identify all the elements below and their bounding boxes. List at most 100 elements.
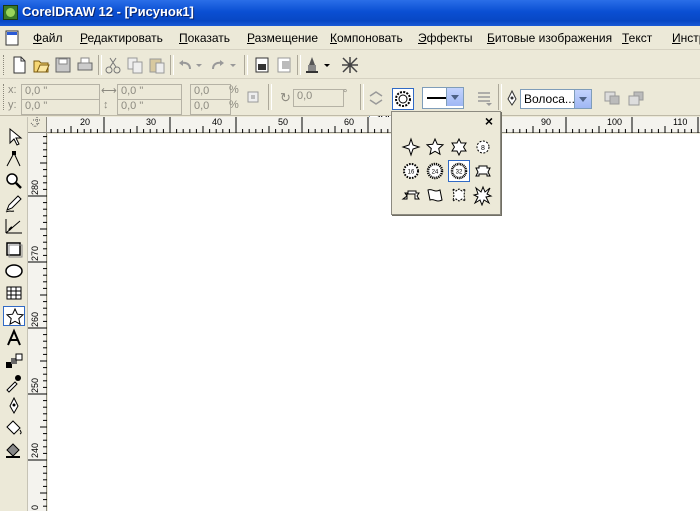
polygon-star-toggle[interactable]	[366, 88, 386, 108]
lock-ratio-button[interactable]	[243, 87, 263, 107]
five-point-star-shape[interactable]	[424, 136, 446, 158]
curved-banner-shape[interactable]	[400, 184, 422, 206]
scale-x-field[interactable]: 0,0	[190, 84, 231, 100]
drawing-canvas[interactable]	[48, 134, 700, 511]
application-launcher-button[interactable]	[302, 55, 322, 75]
undo-button[interactable]	[175, 55, 195, 75]
shape-tool[interactable]	[3, 149, 25, 169]
x-position-field[interactable]: 0,0 "	[21, 84, 100, 100]
toolbar-grip[interactable]	[3, 55, 7, 75]
interactive-blend-tool[interactable]	[3, 351, 25, 371]
thirty-two-point-burst-shape[interactable]: 32	[448, 160, 470, 182]
menu-text[interactable]: Текст	[622, 31, 652, 45]
property-bar: x: y: 0,0 " 0,0 " ⟷ ↕ 0,0 " 0,0 " 0,0 0,…	[0, 80, 700, 116]
interactive-fill-icon	[6, 443, 20, 458]
wave-banner-shape[interactable]	[424, 184, 446, 206]
explosion-icon	[472, 185, 493, 207]
menu-view[interactable]: Показать	[179, 31, 230, 45]
ruler-label: 30	[146, 117, 157, 127]
interactive-fill-tool[interactable]	[3, 440, 25, 460]
ellipse-tool[interactable]	[3, 261, 25, 281]
graph-paper-tool[interactable]	[3, 283, 25, 303]
to-back-button[interactable]	[626, 88, 646, 108]
star-icon	[5, 307, 25, 326]
application-launcher-dropdown[interactable]	[324, 55, 331, 75]
curved-banner-icon	[401, 190, 420, 200]
copy-button[interactable]	[125, 55, 145, 75]
open-button[interactable]	[31, 55, 51, 75]
ruler-origin-corner[interactable]	[28, 117, 47, 133]
freehand-tool[interactable]	[3, 194, 25, 214]
six-point-star-shape[interactable]	[448, 136, 470, 158]
coreldraw-app-icon[interactable]	[3, 5, 18, 20]
ribbon-banner-shape[interactable]	[472, 160, 494, 182]
scroll-shape[interactable]	[448, 184, 470, 206]
y-position-field[interactable]: 0,0 "	[21, 99, 100, 115]
height-field[interactable]: 0,0 "	[117, 99, 182, 115]
outline-width-value: Волоса...	[524, 92, 575, 106]
menu-bitmaps[interactable]: Битовые изображения	[487, 31, 612, 45]
outline-style-dropdown[interactable]	[446, 88, 463, 106]
outline-tool[interactable]	[3, 396, 25, 416]
outline-weight-icon	[478, 92, 492, 106]
flyout-close-button[interactable]: ×	[485, 113, 493, 129]
paste-button[interactable]	[147, 55, 167, 75]
menu-layout[interactable]: Компоновать	[330, 31, 403, 45]
explosion-shape[interactable]	[472, 184, 494, 207]
star-shapes-flyout-button[interactable]	[392, 88, 414, 110]
chevron-down-icon	[230, 64, 236, 67]
text-tool[interactable]	[3, 328, 25, 348]
outline-pen-icon-button	[502, 88, 522, 108]
lock-ratio-icon	[247, 91, 259, 103]
width-field[interactable]: 0,0 "	[117, 84, 182, 100]
svg-text:8: 8	[481, 145, 485, 152]
outline-width-dropdown[interactable]	[574, 90, 591, 108]
outline-weight-button[interactable]	[474, 88, 494, 108]
sixteen-point-burst-shape[interactable]: 16	[400, 160, 422, 182]
redo-dropdown[interactable]	[230, 55, 237, 75]
cut-button[interactable]	[103, 55, 123, 75]
window-title: CorelDRAW 12 - [Рисунок1]	[22, 4, 194, 19]
corel-online-icon	[342, 57, 358, 73]
outline-style-selector[interactable]	[422, 87, 464, 109]
four-point-star-icon	[401, 137, 421, 157]
eyedropper-tool[interactable]	[3, 373, 25, 393]
vertical-ruler[interactable]: 280 270 260 250 240 0	[28, 133, 47, 511]
save-button[interactable]	[53, 55, 73, 75]
menu-edit[interactable]: Редактировать	[80, 31, 163, 45]
menu-file[interactable]: Файл	[33, 31, 63, 45]
polygon-star-tool[interactable]	[3, 306, 25, 326]
to-front-button[interactable]	[602, 88, 622, 108]
four-point-star-shape[interactable]	[400, 136, 422, 158]
zoom-tool[interactable]	[3, 171, 25, 191]
redo-button[interactable]	[208, 55, 228, 75]
export-icon	[277, 57, 291, 73]
pick-tool[interactable]	[3, 127, 25, 147]
new-document-button[interactable]	[9, 55, 29, 75]
outline-width-combo[interactable]: Волоса...	[520, 89, 592, 109]
document-icon[interactable]	[4, 30, 20, 46]
twenty-four-point-burst-shape[interactable]: 24	[424, 160, 446, 182]
rotation-angle-field[interactable]: 0,0	[293, 89, 344, 107]
ruler-label: 270	[30, 245, 40, 261]
horizontal-ruler[interactable]: 20 30 40 50 60 90 100 110	[47, 117, 700, 133]
menu-arrange[interactable]: Размещение	[247, 31, 318, 45]
corel-online-button[interactable]	[340, 55, 360, 75]
scale-y-field[interactable]: 0,0	[190, 99, 231, 115]
open-folder-icon	[33, 60, 50, 73]
export-button[interactable]	[274, 55, 294, 75]
fill-tool[interactable]	[3, 418, 25, 438]
to-back-icon	[628, 91, 644, 106]
menu-effects[interactable]: Эффекты	[418, 31, 473, 45]
new-document-icon	[13, 56, 26, 74]
rectangle-tool[interactable]	[3, 239, 25, 259]
toolbar-grip[interactable]	[3, 84, 7, 110]
ruler-origin-icon	[30, 117, 41, 128]
print-button[interactable]	[75, 55, 95, 75]
text-a-icon	[7, 328, 21, 346]
import-button[interactable]	[252, 55, 272, 75]
smart-fill-tool[interactable]	[3, 216, 25, 236]
eight-point-burst-shape[interactable]: 8	[472, 136, 494, 158]
menu-tools[interactable]: Инстр	[672, 31, 700, 45]
undo-dropdown[interactable]	[196, 55, 203, 75]
